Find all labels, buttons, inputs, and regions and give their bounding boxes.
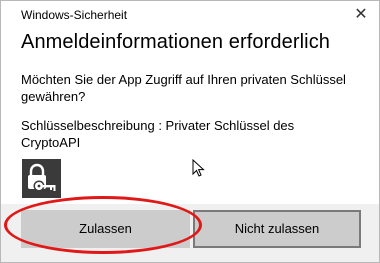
description-separator: : — [154, 118, 166, 133]
key-description: Schlüsselbeschreibung : Privater Schlüss… — [21, 117, 341, 151]
deny-button[interactable]: Nicht zulassen — [193, 210, 361, 248]
description-label: Schlüsselbeschreibung — [21, 118, 155, 133]
access-question: Möchten Sie der App Zugriff auf Ihren pr… — [21, 72, 346, 104]
mouse-cursor-icon — [192, 158, 208, 179]
dialog-heading: Anmeldeinformationen erforderlich — [21, 31, 331, 53]
close-icon[interactable]: ✕ — [351, 5, 371, 25]
allow-button[interactable]: Zulassen — [21, 210, 190, 248]
lock-key-icon — [22, 159, 61, 198]
window-title: Windows-Sicherheit — [21, 8, 128, 22]
title-bar: Windows-Sicherheit ✕ — [1, 1, 379, 27]
